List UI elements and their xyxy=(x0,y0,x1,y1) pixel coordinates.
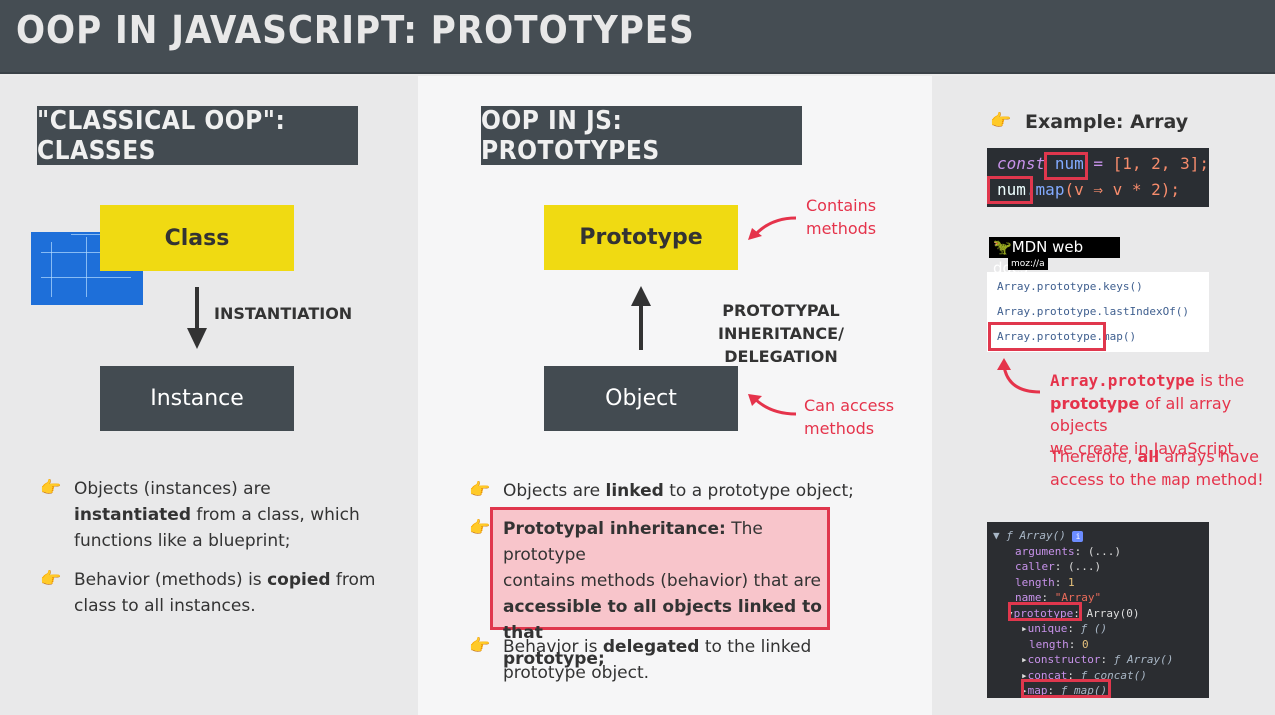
instantiation-label: INSTANTIATION xyxy=(214,304,353,323)
bullet-delegated: 👉 Behavior is delegated to the linked pr… xyxy=(469,634,863,686)
curved-arrow-icon xyxy=(748,216,797,240)
info-icon: i xyxy=(1072,531,1084,542)
curved-arrow-icon xyxy=(997,358,1041,394)
dino-icon: 🦖 xyxy=(993,238,1012,256)
bullet-instantiated: 👉 Objects (instances) are instantiated f… xyxy=(40,476,384,554)
header: OOP IN JAVASCRIPT: PROTOTYPES xyxy=(0,0,1275,74)
map-highlight xyxy=(1021,679,1111,698)
bullet-copied: 👉 Behavior (methods) is copied from clas… xyxy=(40,567,384,619)
can-access-methods-label: Can access methods xyxy=(804,396,895,438)
delegation-label: PROTOTYPAL INHERITANCE/DELEGATION xyxy=(718,301,844,366)
prototype-box: Prototype xyxy=(544,205,738,270)
arrow-up-icon xyxy=(631,286,651,350)
instance-box: Instance xyxy=(100,366,294,431)
num-highlight xyxy=(1044,152,1088,180)
slide-title: OOP IN JAVASCRIPT: PROTOTYPES xyxy=(16,8,695,52)
mdn-method-lastindexof[interactable]: Array.prototype.lastIndexOf() xyxy=(997,305,1189,318)
mdn-method-keys[interactable]: Array.prototype.keys() xyxy=(997,280,1143,293)
mozilla-logo: moz://a xyxy=(1008,258,1048,270)
prototype-highlight xyxy=(1008,602,1082,621)
example-label: Example: Array xyxy=(1025,111,1189,133)
pointing-hand-icon: 👉 xyxy=(469,518,491,538)
class-box: Class xyxy=(100,205,294,271)
contains-methods-label: Contains methods xyxy=(806,196,877,238)
array-prototype-highlight xyxy=(988,322,1106,351)
bullet-linked: 👉 Objects are linked to a prototype obje… xyxy=(469,478,863,504)
pointing-hand-icon: 👉 xyxy=(469,636,491,656)
classical-oop-banner: "CLASSICAL OOP": CLASSES xyxy=(37,106,358,166)
pointing-hand-icon: 👉 xyxy=(990,111,1012,131)
pointing-hand-icon: 👉 xyxy=(469,480,491,500)
pointing-hand-icon: 👉 xyxy=(40,478,62,498)
arrow-down-icon xyxy=(187,328,207,349)
object-box: Object xyxy=(544,366,738,431)
map-method-note: Therefore, all arrays have access to the… xyxy=(1050,447,1264,489)
num-highlight xyxy=(987,176,1033,204)
pointing-hand-icon: 👉 xyxy=(40,569,62,589)
mdn-logo: 🦖MDN web docs xyxy=(989,237,1120,277)
instantiation-arrow xyxy=(195,287,199,331)
js-prototypes-banner: OOP IN JS: PROTOTYPES xyxy=(481,106,802,166)
curved-arrow-icon xyxy=(748,394,797,416)
